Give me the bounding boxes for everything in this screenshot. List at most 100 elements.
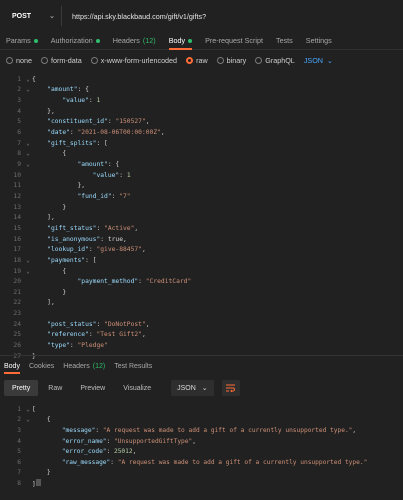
code-line: 15 "gift_status": "Active", [0,223,403,234]
code-line: 20 "payment_method": "CreditCard" [0,276,403,287]
method-label: POST [12,12,32,20]
body-type-none[interactable]: none [6,56,32,65]
code-line: 2 ⌄ "amount": { [0,85,403,96]
view-visualize-button[interactable]: Visualize [115,380,159,396]
code-line: 6 "date": "2021-08-06T00:00:00Z", [0,127,403,138]
line-number: 16 [13,235,21,243]
line-number: 11 [13,182,21,190]
wrap-lines-button[interactable] [221,380,240,396]
body-type-raw[interactable]: raw [186,56,208,65]
code-text: "lookup_id": "give-88457", [47,246,146,254]
code-text: { [32,416,51,424]
code-text: { [32,267,67,275]
code-text: } [32,288,67,296]
code-line: 14 ], [0,212,403,223]
tab-headers[interactable]: Headers (12) [113,32,156,49]
line-number: 7 [17,139,21,147]
fold-chevron-icon[interactable]: ⌄ [24,161,32,168]
line-number: 5 [17,448,21,456]
request-tabs: Params Authorization Headers (12) Body Pre-re… [0,32,403,50]
tab-settings[interactable]: Settings [306,32,332,49]
code-text: } [32,203,67,211]
response-tabs: Body Cookies Headers (12) Test Results [0,358,403,374]
code-line: 1 ⌄{ [0,74,403,85]
body-type-graphql[interactable]: GraphQL [255,56,295,65]
body-type-label: GraphQL [265,55,295,65]
response-tab-cookies[interactable]: Cookies [29,358,54,374]
method-select[interactable]: POST ⌄ [6,6,62,26]
code-line: 1 ⌄[ [0,404,403,415]
code-text: "amount": { [47,86,89,94]
code-text: "amount": { [77,161,120,168]
radio-icon [186,56,194,64]
line-number: 9 [17,161,21,168]
body-type-form-data[interactable]: form-data [41,56,82,65]
code-line: 7 ⌄ "gift_splits": [ [0,138,403,149]
response-tab-body[interactable]: Body [4,358,20,374]
code-line: 25 "reference": "Test Gift2", [0,330,403,341]
fold-chevron-icon[interactable]: ⌄ [24,76,32,83]
body-type-label: form-data [51,55,82,65]
fold-chevron-icon[interactable]: ⌄ [24,86,32,93]
fold-chevron-icon[interactable]: ⌄ [24,406,32,413]
line-number: 6 [17,458,21,466]
url-bar: POST ⌄ https://api.sky.blackbaud.com/gif… [0,0,403,32]
code-line: 22 ], [0,298,403,309]
fold-chevron-icon[interactable]: ⌄ [24,257,32,264]
tab-params[interactable]: Params [6,32,38,49]
code-line: 16 "is_anonymous": true, [0,234,403,245]
tab-body[interactable]: Body [168,32,193,50]
code-line: 19 ⌄ { [0,266,403,277]
code-text: "payments": [ [47,256,97,264]
request-body-editor[interactable]: 1 ⌄{2 ⌄ "amount": {3 "value": 14 }, 5 "cons… [0,74,403,360]
tab-label: Params [6,36,31,45]
code-line: 12 "fund_id": "7" [0,191,403,202]
line-number: 1 [17,405,21,413]
code-line: 24 "post_status": "DoNotPost", [0,319,403,330]
response-format-label: JSON [177,384,196,392]
code-line: 8] [0,478,403,489]
radio-icon [6,56,13,64]
status-dot-icon [188,38,193,43]
code-line: 3 "value": 1 [0,95,403,106]
body-type-label: none [16,55,32,65]
url-input[interactable]: https://api.sky.blackbaud.com/gift/v1/gi… [62,6,397,26]
code-text: "date": "2021-08-06T00:00:00Z", [47,129,165,137]
fold-chevron-icon[interactable]: ⌄ [24,150,32,157]
code-line: 13 } [0,202,403,213]
pane-divider[interactable] [0,355,403,356]
view-pretty-button[interactable]: Pretty [4,380,39,396]
tab-label: Body [4,362,20,370]
chevron-down-icon: ⌄ [49,13,55,20]
response-toolbar: Pretty Raw Preview Visualize JSON ⌄ [0,378,403,398]
view-preview-button[interactable]: Preview [72,380,113,396]
body-type-row: none form-data x-www-form-urlencoded raw bin… [0,51,403,69]
body-type-binary[interactable]: binary [216,56,246,65]
code-text: "is_anonymous": true, [47,235,127,243]
tab-authorization[interactable]: Authorization [51,32,100,49]
code-text: "payment_method": "CreditCard" [77,278,192,286]
body-type-x-www-form-urlencoded[interactable]: x-www-form-urlencoded [90,56,177,65]
response-tab-test-results[interactable]: Test Results [114,358,152,374]
line-number: 2 [17,86,21,94]
response-body-viewer[interactable]: 1 ⌄[2 ⌄ {3 "message": "A request was made … [0,404,403,494]
line-number: 25 [13,331,21,339]
response-tab-headers[interactable]: Headers (12) [63,358,105,374]
line-number: 5 [17,118,21,126]
view-raw-button[interactable]: Raw [40,380,70,396]
response-format-select[interactable]: JSON ⌄ [171,380,214,396]
radio-icon [90,56,98,64]
fold-chevron-icon[interactable]: ⌄ [24,140,32,147]
body-format-select[interactable]: JSON ⌄ [304,56,333,65]
fold-chevron-icon[interactable]: ⌄ [24,416,32,423]
fold-chevron-icon[interactable]: ⌄ [24,268,32,275]
code-text: }, [32,107,55,115]
code-line: 18 ⌄ "payments": [ [0,255,403,266]
body-type-label: raw [196,55,208,65]
tab-pre-request-script[interactable]: Pre-request Script [205,32,263,49]
tab-tests[interactable]: Tests [276,32,293,49]
line-number: 3 [17,426,21,434]
code-text: "fund_id": "7" [77,192,131,200]
radio-icon [255,56,263,64]
code-text: "constituent_id": "150527", [47,118,150,126]
